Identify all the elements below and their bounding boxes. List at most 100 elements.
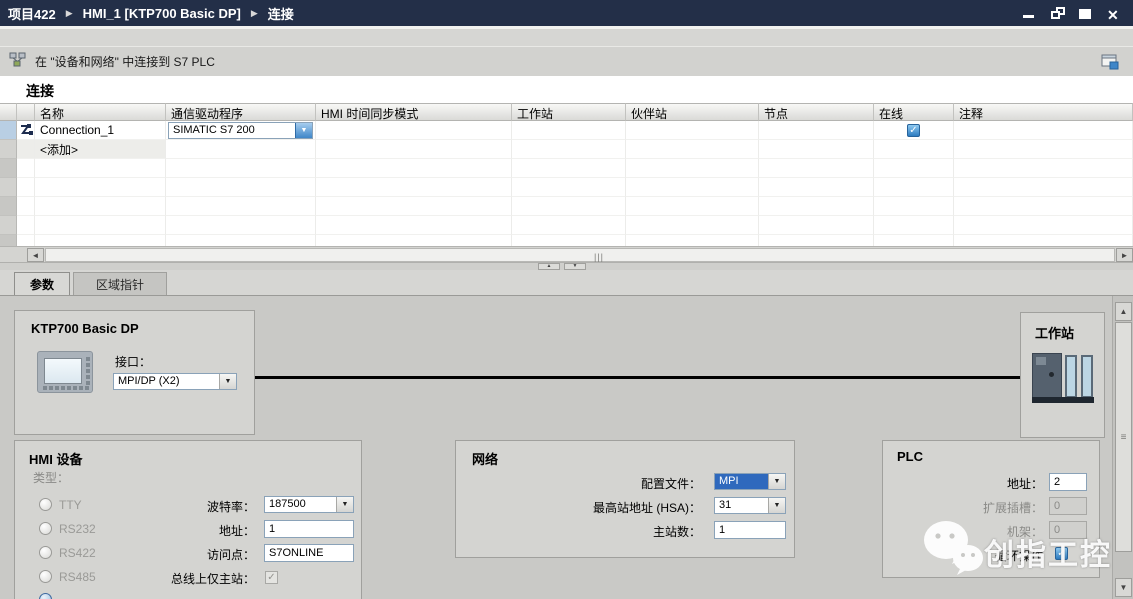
hsa-label: 最高站地址 (HSA)： bbox=[551, 499, 701, 516]
type-label: 类型： bbox=[33, 469, 69, 486]
chevron-down-icon[interactable]: ▼ bbox=[295, 123, 312, 138]
empty-cell bbox=[626, 178, 759, 197]
vertical-scrollbar[interactable]: ▲ ≡ ▼ bbox=[1112, 296, 1133, 599]
empty-cell bbox=[874, 159, 954, 178]
row-selector[interactable] bbox=[0, 140, 17, 159]
splitter-down-button[interactable]: ▼ bbox=[564, 263, 586, 270]
chevron-down-icon[interactable]: ▼ bbox=[336, 497, 353, 512]
cyclic-operation-checkbox[interactable]: ✓ bbox=[1055, 547, 1068, 560]
column-header-time-sync[interactable]: HMI 时间同步模式 bbox=[316, 103, 512, 121]
scroll-left-button[interactable]: ◄ bbox=[27, 248, 44, 262]
add-connection-cell[interactable]: <添加> bbox=[35, 140, 166, 159]
masters-field[interactable]: 1 bbox=[714, 521, 786, 539]
baud-rate-dropdown[interactable]: 187500 ▼ bbox=[264, 496, 354, 513]
radio-partial[interactable] bbox=[39, 593, 52, 599]
hsa-dropdown[interactable]: 31 ▼ bbox=[714, 497, 786, 514]
station-cell[interactable] bbox=[512, 121, 626, 140]
table-row-add[interactable]: <添加> bbox=[0, 140, 1133, 159]
empty-cell bbox=[166, 197, 316, 216]
empty-cell bbox=[759, 178, 874, 197]
scrollbar-thumb[interactable]: ≡ bbox=[1115, 322, 1132, 552]
row-selector[interactable] bbox=[0, 216, 17, 235]
column-header-comment[interactable]: 注释 bbox=[954, 103, 1133, 121]
empty-cell bbox=[512, 197, 626, 216]
column-header-station[interactable]: 工作站 bbox=[512, 103, 626, 121]
empty-table-row bbox=[0, 216, 1133, 235]
driver-dropdown[interactable]: SIMATIC S7 200 ▼ bbox=[168, 122, 313, 139]
driver-cell: SIMATIC S7 200 ▼ bbox=[166, 121, 316, 140]
radio-rs422[interactable] bbox=[39, 546, 52, 559]
toolbar: 在 "设备和网络" 中连接到 S7 PLC bbox=[0, 46, 1133, 76]
node-cell[interactable] bbox=[759, 121, 874, 140]
hmi-device-image bbox=[37, 351, 93, 393]
restore-button[interactable] bbox=[1051, 7, 1065, 19]
connection-name-cell[interactable]: Connection_1 bbox=[35, 121, 166, 140]
scrollbar-track[interactable]: ||| bbox=[45, 248, 1115, 262]
plc-module bbox=[1081, 355, 1093, 398]
network-connection-line bbox=[255, 376, 1020, 379]
plc-panel: PLC 地址： 2 扩展插槽： 0 机架： 0 循环操作 ✓ bbox=[882, 440, 1100, 578]
scroll-down-button[interactable]: ▼ bbox=[1115, 578, 1132, 597]
minimize-button[interactable] bbox=[1023, 7, 1037, 19]
row-selector[interactable] bbox=[0, 178, 17, 197]
radio-rs232[interactable] bbox=[39, 522, 52, 535]
radio-tty[interactable] bbox=[39, 498, 52, 511]
column-header-node[interactable]: 节点 bbox=[759, 103, 874, 121]
column-header-partner[interactable]: 伙伴站 bbox=[626, 103, 759, 121]
column-header-name[interactable]: 名称 bbox=[35, 103, 166, 121]
empty-cell bbox=[759, 197, 874, 216]
splitter-up-button[interactable]: ▲ bbox=[538, 263, 560, 270]
master-only-checkbox[interactable]: ✓ bbox=[265, 571, 278, 584]
comment-cell[interactable] bbox=[954, 121, 1133, 140]
titlebar-divider bbox=[0, 26, 1133, 29]
empty-cell bbox=[512, 140, 626, 159]
rack-field[interactable]: 0 bbox=[1049, 521, 1087, 539]
pane-splitter[interactable]: ▲ ▼ bbox=[0, 262, 1133, 270]
empty-cell bbox=[17, 159, 35, 178]
access-point-field[interactable]: S7ONLINE bbox=[264, 544, 354, 562]
column-header-driver[interactable]: 通信驱动程序 bbox=[166, 103, 316, 121]
hmi-address-field[interactable]: 1 bbox=[264, 520, 354, 538]
connections-title: 连接 bbox=[26, 81, 54, 101]
scroll-up-button[interactable]: ▲ bbox=[1115, 302, 1132, 321]
breadcrumb-project[interactable]: 项目422 bbox=[8, 4, 56, 23]
breadcrumb-page[interactable]: 连接 bbox=[268, 4, 294, 23]
expansion-slot-field[interactable]: 0 bbox=[1049, 497, 1087, 515]
radio-rs485[interactable] bbox=[39, 570, 52, 583]
chevron-down-icon[interactable]: ▼ bbox=[768, 498, 785, 513]
empty-cell bbox=[316, 159, 512, 178]
radio-rs485-label: RS485 bbox=[59, 570, 96, 584]
title-bar: 项目422 ▶ HMI_1 [KTP700 Basic DP] ▶ 连接 ✕ bbox=[0, 0, 1133, 26]
plc-address-field[interactable]: 2 bbox=[1049, 473, 1087, 491]
empty-cell bbox=[35, 159, 166, 178]
partner-cell[interactable] bbox=[626, 121, 759, 140]
interface-dropdown-value: MPI/DP (X2) bbox=[114, 374, 219, 389]
horizontal-scrollbar[interactable]: ◄ ||| ► bbox=[0, 246, 1133, 262]
row-selector[interactable] bbox=[0, 159, 17, 178]
scroll-right-button[interactable]: ► bbox=[1116, 248, 1133, 262]
interface-dropdown[interactable]: MPI/DP (X2) ▼ bbox=[113, 373, 237, 390]
online-checkbox[interactable]: ✓ bbox=[907, 124, 920, 137]
empty-cell bbox=[626, 159, 759, 178]
scrollbar-grip-icon[interactable]: ||| bbox=[594, 252, 604, 262]
radio-rs232-label: RS232 bbox=[59, 522, 96, 536]
open-network-view-button[interactable] bbox=[1099, 51, 1121, 73]
time-sync-cell[interactable] bbox=[316, 121, 512, 140]
maximize-button[interactable] bbox=[1079, 7, 1093, 19]
close-button[interactable]: ✕ bbox=[1107, 7, 1121, 19]
tab-parameters[interactable]: 参数 bbox=[14, 272, 70, 295]
chevron-down-icon[interactable]: ▼ bbox=[219, 374, 236, 389]
tab-area-pointers[interactable]: 区域指针 bbox=[73, 272, 167, 295]
empty-table-row bbox=[0, 197, 1133, 216]
empty-cell bbox=[17, 197, 35, 216]
interface-label: 接口： bbox=[115, 353, 151, 370]
breadcrumb-device[interactable]: HMI_1 [KTP700 Basic DP] bbox=[83, 6, 241, 21]
add-row-icon-cell bbox=[17, 140, 35, 159]
row-selector[interactable] bbox=[0, 197, 17, 216]
column-header-online[interactable]: 在线 bbox=[874, 103, 954, 121]
table-row-connection1[interactable]: Connection_1 SIMATIC S7 200 ▼ ✓ bbox=[0, 121, 1133, 140]
profile-dropdown[interactable]: MPI ▼ bbox=[714, 473, 786, 490]
row-selector[interactable] bbox=[0, 121, 17, 140]
chevron-down-icon[interactable]: ▼ bbox=[768, 474, 785, 489]
empty-cell bbox=[35, 216, 166, 235]
